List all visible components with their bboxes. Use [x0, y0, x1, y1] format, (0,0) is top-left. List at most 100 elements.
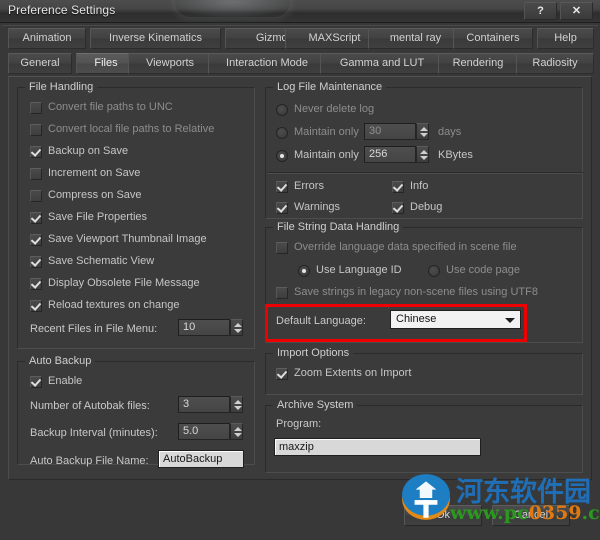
spinner-up-icon[interactable] — [420, 150, 428, 154]
use-language-id-radio[interactable] — [298, 265, 310, 277]
spinner-down-icon[interactable] — [234, 433, 242, 437]
import-options-group: Import Options Zoom Extents on Import — [265, 347, 583, 395]
backup-interval-value[interactable]: 5.0 — [178, 423, 230, 440]
log-info-checkbox[interactable] — [392, 181, 404, 193]
zoom-extents-on-import-label: Zoom Extents on Import — [294, 367, 412, 379]
spinner-up-icon[interactable] — [234, 427, 242, 431]
backup-interval-stepper[interactable]: 5.0 — [178, 423, 244, 440]
checkbox-display-obsolete-file-message[interactable] — [30, 278, 42, 290]
file-string-legend: File String Data Handling — [273, 221, 404, 233]
spinner-up-icon[interactable] — [234, 323, 242, 327]
titlebar-glow — [175, 0, 290, 17]
auto-backup-group: Auto Backup Enable Number of Autobak fil… — [17, 355, 255, 468]
log-errors-label: Errors — [294, 180, 324, 192]
checkbox-increment-on-save[interactable] — [30, 168, 42, 180]
chevron-down-icon[interactable] — [505, 318, 515, 323]
archive-program-label: Program: — [276, 418, 322, 430]
spinner-down-icon[interactable] — [234, 406, 242, 410]
checkbox-save-file-properties[interactable] — [30, 212, 42, 224]
checkbox-label-backup-on-save: Backup on Save — [48, 145, 129, 157]
tab-mental-ray[interactable]: mental ray — [368, 28, 463, 49]
legacy-utf8-checkbox[interactable] — [276, 287, 288, 299]
log-debug-label: Debug — [410, 201, 443, 213]
maintain-kbytes-radio[interactable] — [276, 150, 288, 162]
never-delete-log-label: Never delete log — [294, 103, 375, 115]
recent-files-spinner-buttons[interactable] — [230, 319, 243, 336]
recent-files-value[interactable]: 10 — [178, 319, 230, 336]
spinner-down-icon[interactable] — [234, 329, 242, 333]
log-debug-checkbox[interactable] — [392, 202, 404, 214]
cancel-button[interactable]: Cancel — [492, 505, 570, 526]
autobak-count-spinner-buttons[interactable] — [230, 396, 243, 413]
file-string-data-handling-group: File String Data Handling Override langu… — [265, 221, 583, 343]
tab-gamma-and-lut[interactable]: Gamma and LUT — [320, 53, 444, 74]
maintain-days-unit: days — [438, 126, 462, 138]
legacy-utf8-label: Save strings in legacy non-scene files u… — [294, 286, 538, 298]
checkbox-label-display-obsolete-file-message: Display Obsolete File Message — [48, 277, 200, 289]
maintain-kbytes-spinner-buttons[interactable] — [416, 146, 429, 163]
log-errors-checkbox[interactable] — [276, 181, 288, 193]
maintain-days-radio[interactable] — [276, 127, 288, 139]
checkbox-convert-file-paths-to-unc[interactable] — [30, 102, 42, 114]
never-delete-log-radio[interactable] — [276, 104, 288, 116]
enable-autobackup-checkbox[interactable] — [30, 376, 42, 388]
spinner-down-icon[interactable] — [420, 156, 428, 160]
tab-radiosity[interactable]: Radiosity — [516, 53, 594, 74]
archive-system-group: Archive System Program: maxzip — [265, 399, 583, 473]
autobackup-filename-label: Auto Backup File Name: — [30, 455, 149, 467]
checkbox-label-convert-file-paths-to-unc: Convert file paths to UNC — [48, 101, 173, 113]
default-language-select[interactable]: Chinese — [390, 310, 521, 329]
use-code-page-radio[interactable] — [428, 265, 440, 277]
maintain-kbytes-stepper[interactable]: 256 — [364, 146, 430, 163]
tab-files[interactable]: Files — [76, 53, 136, 74]
log-warnings-label: Warnings — [294, 201, 341, 213]
tab-rendering[interactable]: Rendering — [438, 53, 518, 74]
maintain-days-spinner-buttons[interactable] — [416, 123, 429, 140]
close-button[interactable]: ✕ — [560, 2, 593, 20]
checkbox-compress-on-save[interactable] — [30, 190, 42, 202]
checkbox-convert-local-file-paths-to-relative[interactable] — [30, 124, 42, 136]
backup-interval-spinner-buttons[interactable] — [230, 423, 243, 440]
tab-containers[interactable]: Containers — [453, 28, 533, 49]
checkbox-reload-textures-on-change[interactable] — [30, 300, 42, 312]
use-code-page-label: Use code page — [446, 264, 520, 276]
enable-autobackup-label: Enable — [48, 375, 83, 387]
tab-interaction-mode[interactable]: Interaction Mode — [208, 53, 326, 74]
tab-inverse-kinematics[interactable]: Inverse Kinematics — [90, 28, 221, 49]
tab-strip: Animation Inverse Kinematics Gizmos MAXScri… — [2, 25, 598, 76]
checkbox-label-reload-textures-on-change: Reload textures on change — [48, 299, 180, 311]
recent-files-stepper[interactable]: 10 — [178, 319, 244, 336]
ok-button[interactable]: Ok — [404, 505, 482, 526]
autobackup-filename-input[interactable]: AutoBackup — [158, 450, 244, 468]
log-file-legend: Log File Maintenance — [273, 81, 387, 93]
zoom-extents-on-import-checkbox[interactable] — [276, 368, 288, 380]
tab-viewports[interactable]: Viewports — [128, 53, 212, 74]
maintain-days-label: Maintain only — [294, 126, 359, 138]
log-warnings-checkbox[interactable] — [276, 202, 288, 214]
maintain-days-value[interactable]: 30 — [364, 123, 416, 140]
checkbox-label-save-schematic-view: Save Schematic View — [48, 255, 155, 267]
log-info-label: Info — [410, 180, 429, 192]
help-button[interactable]: ? — [524, 2, 557, 20]
checkbox-save-schematic-view[interactable] — [30, 256, 42, 268]
spinner-down-icon[interactable] — [420, 133, 428, 137]
checkbox-label-save-file-properties: Save File Properties — [48, 211, 148, 223]
title-bar: Preference Settings ? ✕ — [0, 0, 600, 23]
checkbox-backup-on-save[interactable] — [30, 146, 42, 158]
autobak-count-value[interactable]: 3 — [178, 396, 230, 413]
tab-general[interactable]: General — [8, 53, 72, 74]
override-language-checkbox[interactable] — [276, 242, 288, 254]
maintain-kbytes-value[interactable]: 256 — [364, 146, 416, 163]
checkbox-label-compress-on-save: Compress on Save — [48, 189, 142, 201]
checkbox-save-viewport-thumbnail-image[interactable] — [30, 234, 42, 246]
spinner-up-icon[interactable] — [234, 400, 242, 404]
spinner-up-icon[interactable] — [420, 127, 428, 131]
tab-animation[interactable]: Animation — [8, 28, 86, 49]
maintain-days-stepper[interactable]: 30 — [364, 123, 430, 140]
archive-program-input[interactable]: maxzip — [274, 438, 481, 456]
checkbox-label-convert-local-file-paths-to-relative: Convert local file paths to Relative — [48, 123, 215, 135]
autobak-count-stepper[interactable]: 3 — [178, 396, 244, 413]
file-handling-group: File Handling Convert file paths to UNC C… — [17, 81, 255, 349]
autobak-count-label: Number of Autobak files: — [30, 400, 150, 412]
tab-help[interactable]: Help — [537, 28, 594, 49]
